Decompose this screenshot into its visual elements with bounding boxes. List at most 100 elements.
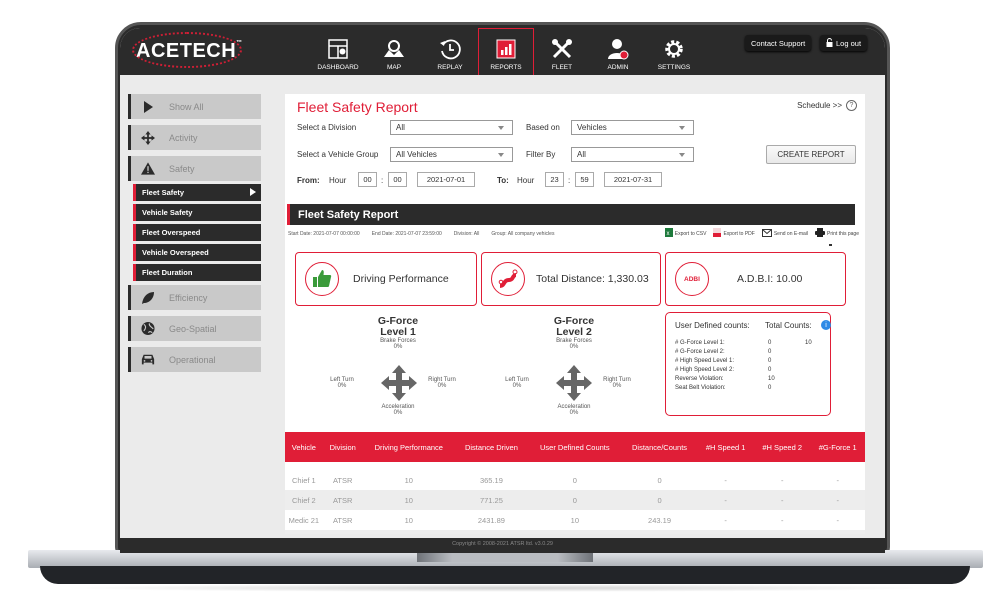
column-header-user-defined-counts[interactable]: User Defined Counts	[527, 432, 622, 462]
contact-support-label: Contact Support	[751, 38, 806, 48]
table-cell: 39.46	[621, 530, 698, 534]
sidebar-subitem-vehicle-safety[interactable]: Vehicle Safety	[133, 204, 261, 221]
based-on-select[interactable]: Vehicles	[571, 120, 694, 135]
division-select[interactable]: All	[390, 120, 513, 135]
sidebar-item-operational[interactable]: Operational	[128, 347, 261, 372]
ud-row: # G-Force Level 2: 0	[675, 349, 825, 357]
export-pdf-button[interactable]: Export to PDF	[713, 228, 755, 239]
admin-icon	[607, 38, 629, 60]
table-cell: Chief 2	[285, 490, 323, 510]
table-row[interactable]: Medic 21 ATSR 10 2431.89 10 243.19 - - -	[285, 510, 865, 530]
table-cell: -	[697, 490, 754, 510]
sidebar-item-geo-spatial[interactable]: Geo-Spatial	[128, 316, 261, 341]
meta-group: Group: All company vehicles	[491, 231, 555, 237]
from-hour-input[interactable]: 00	[358, 172, 377, 187]
ud-row: Seat Belt Violation: 0	[675, 385, 825, 393]
nav-map[interactable]: MAP	[366, 28, 422, 75]
adbi-value: A.D.B.I: 10.00	[737, 273, 803, 285]
filter-by-label: Filter By	[526, 150, 556, 159]
sidebar-subitem-label: Vehicle Overspeed	[142, 248, 209, 257]
table-row[interactable]: Medic 22ATSR101262.633239.46---	[285, 530, 865, 534]
logout-button[interactable]: Log out	[820, 35, 868, 51]
to-minute-input[interactable]: 59	[575, 172, 594, 187]
to-date-input[interactable]: 2021-07-31	[604, 172, 662, 187]
sidebar-item-label: Safety	[169, 163, 195, 174]
print-button[interactable]: Print this page	[815, 228, 859, 239]
road-route-icon	[491, 262, 525, 296]
email-icon	[761, 228, 772, 239]
ud-row: # High Speed Level 1: 0	[675, 358, 825, 366]
table-cell: 0	[621, 490, 698, 510]
table-cell: 771.25	[454, 490, 528, 510]
ud-row-label: Seat Belt Violation:	[675, 385, 726, 391]
sidebar-item-safety[interactable]: Safety	[128, 156, 261, 181]
table-cell: Medic 21	[288, 515, 320, 525]
chevron-down-icon	[679, 126, 685, 130]
right-turn-value: 0%	[612, 383, 622, 389]
nav-dashboard[interactable]: DASHBOARD	[310, 28, 366, 75]
to-hour-input[interactable]: 23	[545, 172, 564, 187]
column-header-distance-counts[interactable]: Distance/Counts	[621, 432, 698, 462]
sidebar-subitem-vehicle-overspeed[interactable]: Vehicle Overspeed	[133, 244, 261, 261]
table-row[interactable]: Chief 2 ATSR 10 771.25 0 0- - -	[285, 490, 865, 510]
sidebar-subitem-fleet-overspeed[interactable]: Fleet Overspeed	[133, 224, 261, 241]
send-email-label: Send on E-mail	[773, 230, 809, 237]
svg-text:x: x	[666, 231, 669, 237]
ud-row-value: 0	[768, 340, 772, 346]
unlock-icon	[826, 37, 833, 49]
table-cell: ATSR	[332, 515, 353, 525]
globe-icon	[141, 321, 155, 336]
column-header-distance-driven[interactable]: Distance Driven	[454, 432, 528, 462]
nav-replay[interactable]: REPLAY	[422, 28, 478, 75]
help-icon[interactable]: ?	[846, 100, 857, 111]
filter-by-select[interactable]: All	[571, 147, 694, 162]
page-title: Fleet Safety Report	[297, 99, 418, 115]
brake-forces-value: 0%	[569, 344, 579, 350]
table-header-row: Vehicle Division Driving Performance Dis…	[285, 432, 865, 462]
printer-icon	[815, 228, 826, 239]
column-header-h-speed-1[interactable]: #H Speed 1	[697, 432, 754, 462]
schedule-link[interactable]: Schedule >> ?	[797, 100, 857, 111]
column-header-g-force-1[interactable]: #G-Force 1	[810, 432, 865, 462]
acetech-logo[interactable]: ACETECH™	[132, 32, 243, 68]
table-row[interactable]: Chief 1 ATSR 10 365.19 0 0 - - -	[285, 470, 865, 490]
vehicle-group-select[interactable]: All Vehicles	[390, 147, 513, 162]
nav-settings[interactable]: SETTINGS	[646, 28, 702, 75]
contact-support-button[interactable]: Contact Support	[745, 35, 812, 51]
column-header-division[interactable]: Division	[322, 432, 363, 462]
table-cell: ATSR	[332, 475, 353, 485]
chevron-down-icon	[679, 153, 685, 157]
column-header-driving-performance[interactable]: Driving Performance	[362, 432, 455, 462]
replay-icon	[439, 38, 461, 60]
create-report-button[interactable]: CREATE REPORT	[766, 145, 856, 164]
from-minute-input[interactable]: 00	[388, 172, 407, 187]
ud-row-value: 10	[768, 376, 775, 382]
sidebar-subitem-fleet-duration[interactable]: Fleet Duration	[133, 264, 261, 281]
table-cell: 32	[527, 530, 622, 534]
sidebar-item-label: Operational	[169, 354, 216, 365]
right-turn-value: 0%	[437, 383, 447, 389]
sidebar-item-efficiency[interactable]: Efficiency	[128, 285, 261, 310]
sidebar-subitem-fleet-safety[interactable]: Fleet Safety	[133, 184, 261, 201]
top-nav: ACETECH™ DASHBOARD MAP REPLAY REPORTS FL…	[120, 28, 885, 75]
logo-dots-decoration	[132, 32, 242, 68]
from-date-input[interactable]: 2021-07-01	[417, 172, 475, 187]
nav-fleet[interactable]: FLEET	[534, 28, 590, 75]
info-icon[interactable]: i	[821, 320, 831, 330]
column-header-h-speed-2[interactable]: #H Speed 2	[753, 432, 811, 462]
nav-admin[interactable]: ADMIN	[590, 28, 646, 75]
left-turn-value: 0%	[337, 383, 347, 389]
fleet-tools-icon	[551, 38, 573, 60]
nav-reports[interactable]: REPORTS	[478, 28, 534, 75]
column-header-vehicle[interactable]: Vehicle	[285, 432, 323, 462]
nav-map-label: MAP	[386, 64, 402, 71]
table-cell: -	[753, 530, 811, 534]
export-csv-button[interactable]: x Export to CSV	[664, 228, 706, 239]
sidebar-item-show-all[interactable]: Show All	[128, 94, 261, 119]
to-time-colon: :	[568, 176, 571, 185]
gforce-title-line2: Level 2	[556, 326, 592, 338]
send-email-button[interactable]: Send on E-mail	[761, 228, 809, 239]
sidebar-subitem-label: Fleet Safety	[142, 188, 185, 197]
sidebar-item-activity[interactable]: Activity	[128, 125, 261, 150]
from-label: From:	[297, 176, 320, 185]
